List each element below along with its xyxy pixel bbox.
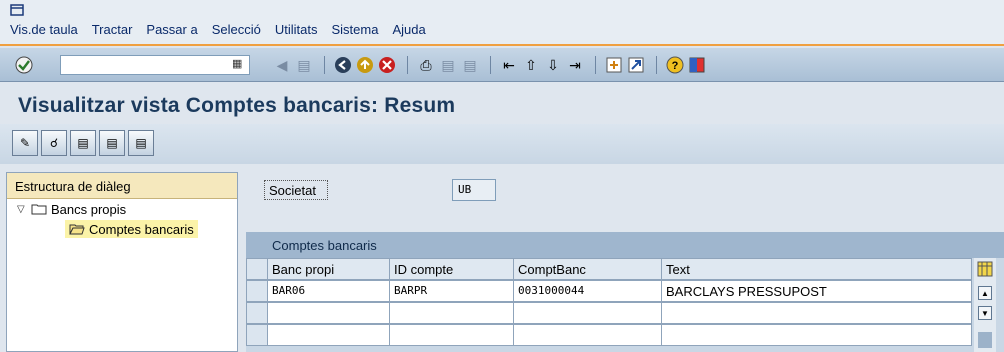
- table-title: Comptes bancaris: [246, 232, 1004, 258]
- menu-item-system[interactable]: Sistema: [331, 22, 378, 37]
- standard-toolbar: ▦ ◀ ▤ ⎙ ▤ ▤ ⇤ ⇧ ⇩ ⇥ ?: [0, 48, 1004, 82]
- cell-account-id[interactable]: BARPR: [390, 280, 514, 302]
- table-row[interactable]: [246, 302, 1004, 324]
- tree-node-label: Comptes bancaris: [89, 221, 194, 237]
- expand-icon[interactable]: ▽: [17, 204, 31, 215]
- column-header-text[interactable]: Text: [662, 258, 972, 280]
- first-page-icon[interactable]: ⇤: [499, 55, 519, 75]
- menu-item-help[interactable]: Ajuda: [392, 22, 425, 37]
- cell-own-bank[interactable]: BAR06: [268, 280, 390, 302]
- exit-icon[interactable]: [355, 55, 375, 75]
- save-icon[interactable]: ▤: [294, 55, 314, 75]
- svg-text:?: ?: [672, 60, 679, 72]
- scroll-up-icon[interactable]: ▲: [978, 286, 992, 300]
- row-select-button[interactable]: [246, 280, 268, 302]
- table-header-row: Banc propi ID compte ComptBanc Text: [246, 258, 1004, 280]
- select-all-icon[interactable]: ▤: [70, 130, 96, 156]
- shortcut-icon[interactable]: [626, 55, 646, 75]
- print-icon[interactable]: ⎙: [416, 55, 436, 75]
- cell-account-id[interactable]: [390, 302, 514, 324]
- tree-node-label: Bancs propis: [51, 201, 127, 217]
- detail-icon[interactable]: ☌: [41, 130, 67, 156]
- page-title: Visualitzar vista Comptes bancaris: Resu…: [18, 94, 456, 117]
- vertical-scrollbar[interactable]: ▲ ▼: [974, 258, 996, 352]
- command-history-icon[interactable]: ▦: [232, 57, 242, 70]
- menu-item-table-view[interactable]: Vis.de taula: [10, 22, 78, 37]
- previous-page-icon[interactable]: ⇧: [521, 55, 541, 75]
- next-page-icon[interactable]: ⇩: [543, 55, 563, 75]
- display-change-icon[interactable]: ✎: [12, 130, 38, 156]
- last-page-icon[interactable]: ⇥: [565, 55, 585, 75]
- cell-own-bank[interactable]: [268, 324, 390, 346]
- cancel-icon[interactable]: [377, 55, 397, 75]
- cell-bank-account[interactable]: [514, 302, 662, 324]
- tree-node-own-banks[interactable]: ▽ Bancs propis: [7, 199, 237, 219]
- menu-item-edit[interactable]: Tractar: [92, 22, 133, 37]
- folder-icon: [31, 204, 47, 215]
- table-row[interactable]: [246, 324, 1004, 346]
- table-row[interactable]: BAR06 BARPR 0031000044 BARCLAYS PRESSUPO…: [246, 280, 1004, 302]
- column-settings-icon[interactable]: [977, 261, 993, 277]
- menu-item-utilities[interactable]: Utilitats: [275, 22, 318, 37]
- column-header-bank-account[interactable]: ComptBanc: [514, 258, 662, 280]
- cell-text[interactable]: [662, 324, 972, 346]
- menu-bar: Vis.de taula Tractar Passar a Selecció U…: [0, 0, 1004, 46]
- cell-own-bank[interactable]: [268, 302, 390, 324]
- select-block-icon[interactable]: ▤: [99, 130, 125, 156]
- menu-item-goto[interactable]: Passar a: [146, 22, 197, 37]
- create-session-icon[interactable]: [604, 55, 624, 75]
- row-select-button[interactable]: [246, 302, 268, 324]
- find-next-icon[interactable]: ▤: [460, 55, 480, 75]
- column-header-account-id[interactable]: ID compte: [390, 258, 514, 280]
- cell-text[interactable]: [662, 302, 972, 324]
- back-icon[interactable]: ◀: [272, 55, 292, 75]
- help-icon[interactable]: ?: [665, 55, 685, 75]
- row-select-button[interactable]: [246, 324, 268, 346]
- menu-item-selection[interactable]: Selecció: [212, 22, 261, 37]
- society-label: Societat: [264, 180, 328, 200]
- deselect-all-icon[interactable]: ▤: [128, 130, 154, 156]
- tree-node-bank-accounts[interactable]: Comptes bancaris: [7, 219, 237, 239]
- society-field: UB: [452, 179, 496, 201]
- find-icon[interactable]: ▤: [438, 55, 458, 75]
- tree-header: Estructura de diàleg: [7, 173, 237, 199]
- cell-bank-account[interactable]: 0031000044: [514, 280, 662, 302]
- table-control: Comptes bancaris Banc propi ID compte Co…: [246, 232, 1004, 352]
- scroll-down-icon[interactable]: ▼: [978, 306, 992, 320]
- cell-bank-account[interactable]: [514, 324, 662, 346]
- column-header-own-bank[interactable]: Banc propi: [268, 258, 390, 280]
- dialog-structure-tree: Estructura de diàleg ▽ Bancs propis Comp…: [6, 172, 238, 352]
- command-field[interactable]: [60, 55, 250, 75]
- select-all-rows-button[interactable]: [246, 258, 268, 280]
- open-folder-icon: [69, 224, 85, 235]
- scroll-thumb[interactable]: [978, 332, 992, 348]
- system-menu-icon[interactable]: [10, 4, 24, 16]
- cell-account-id[interactable]: [390, 324, 514, 346]
- cell-text[interactable]: BARCLAYS PRESSUPOST: [662, 280, 972, 302]
- customize-layout-icon[interactable]: [687, 55, 707, 75]
- back-nav-icon[interactable]: [333, 55, 353, 75]
- enter-icon[interactable]: [14, 55, 34, 75]
